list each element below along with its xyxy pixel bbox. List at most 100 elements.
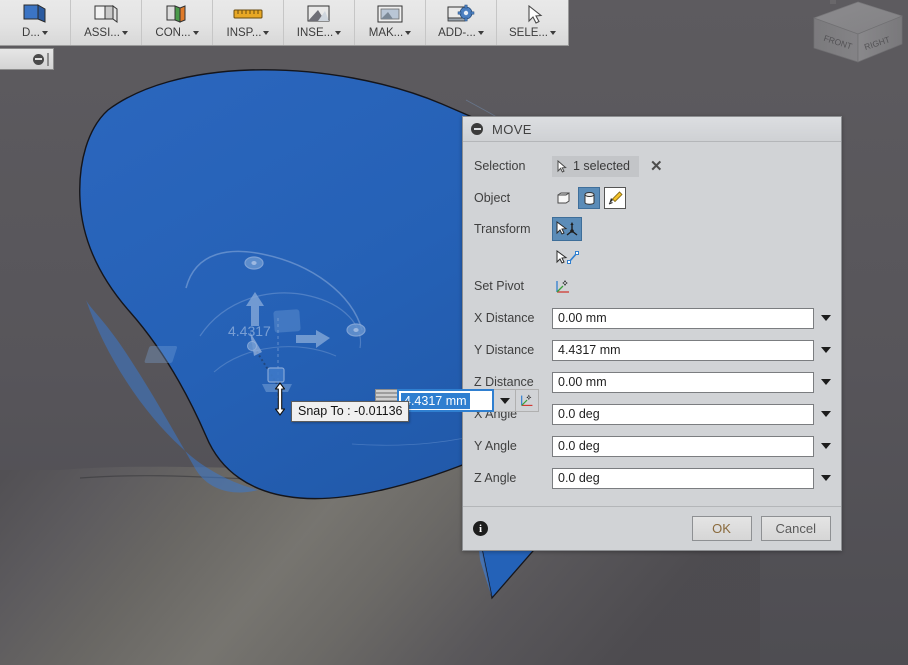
select-arrow-icon [514,2,550,26]
assemble-icon [88,2,124,26]
x-distance-input[interactable] [552,307,814,329]
floating-input-value[interactable]: 4.4317 mm [401,392,470,409]
chevron-down-icon[interactable] [821,443,831,449]
close-x-icon[interactable]: ✕ [647,159,666,174]
toolbar-label: INSP... [227,27,270,39]
add-ins-gear-icon [443,2,479,26]
toolbar-label: ASSI... [84,27,128,39]
select-cursor-icon [557,159,567,173]
chevron-down-icon[interactable] [821,315,831,321]
bodies-icon[interactable] [552,187,574,209]
z-distance-input[interactable] [552,371,814,393]
object-options [552,187,626,209]
toolbar-label-text: D... [22,27,40,39]
y-distance-input[interactable] [552,339,814,361]
collapse-icon[interactable] [471,123,483,135]
selection-label: Selection [474,159,526,173]
toolbar-label-text: MAK... [368,27,404,39]
toolbar-item-make[interactable]: MAK... [355,0,426,45]
modify-icon [17,2,53,26]
x-distance-label: X Distance [474,311,535,325]
move-dialog[interactable]: MOVE Selection 1 selected ✕ Object Trans… [462,116,842,551]
selection-chip[interactable]: 1 selected [552,155,639,177]
selection-control: 1 selected ✕ [552,155,666,177]
construct-icon [159,2,195,26]
set-pivot-axis-icon[interactable] [552,275,574,297]
cancel-button[interactable]: Cancel [760,516,831,541]
toolbar-item-inspect[interactable]: INSP... [213,0,284,45]
field-row: Y Angle [463,430,841,462]
chevron-down-icon [121,30,128,35]
set-pivot-axis-icon[interactable] [515,389,539,412]
point-to-point-icon[interactable] [552,245,582,269]
toolbar-label: SELE... [509,27,556,39]
chevron-down-icon[interactable] [821,411,831,417]
dialog-title-bar[interactable]: MOVE [463,117,841,142]
transform-row: Transform [463,214,841,244]
selection-row: Selection 1 selected ✕ [463,150,841,182]
set-pivot-label: Set Pivot [474,279,525,293]
y-distance-label: Y Distance [474,343,535,357]
components-icon[interactable] [578,187,600,209]
z-distance-label: Z Distance [474,375,534,389]
chevron-down-icon[interactable] [821,379,831,385]
drag-grip-icon[interactable] [47,52,49,66]
z-angle-label: Z Angle [474,471,517,485]
toolbar-label: INSE... [296,27,342,39]
toolbar-label: MAK... [369,27,412,39]
toolbar-label: ADD-... [438,27,484,39]
ok-button[interactable]: OK [691,516,752,541]
move-free-icon[interactable] [552,217,582,241]
chevron-down-icon [263,30,270,35]
y-angle-label: Y Angle [474,439,517,453]
field-row: X Distance [463,302,841,334]
toolbar-item-select[interactable]: SELE... [497,0,568,45]
insert-icon [301,2,337,26]
set-pivot-control [552,275,574,297]
snap-tooltip: Snap To : -0.01136 [291,401,410,422]
toolbar-item-assemble[interactable]: ASSI... [71,0,142,45]
toolbar-item-addins[interactable]: ADD-... [426,0,497,45]
info-icon[interactable]: i [473,521,488,536]
toolbar-label-text: ADD-... [438,27,476,39]
chevron-down-icon [477,30,484,35]
toolbar-label-text: SELE... [508,27,548,39]
selection-chip-text: 1 selected [573,159,630,173]
toolbar-item-modify[interactable]: D... [0,0,71,45]
manipulator-dimension-label: 4.4317 [228,323,271,339]
main-toolbar[interactable]: D... ASSI... CON... INSP... INSE... MAK.… [0,0,569,46]
chevron-down-icon [405,30,412,35]
toolbar-label: D... [22,27,48,39]
chevron-down-icon [192,30,199,35]
dialog-body: Selection 1 selected ✕ Object Transform … [463,142,841,506]
set-pivot-row: Set Pivot [463,270,841,302]
inspect-ruler-icon [230,2,266,26]
make-print-icon [372,2,408,26]
toolbar-item-construct[interactable]: CON... [142,0,213,45]
toolbar-label-text: INSP... [226,27,262,39]
chevron-down-icon[interactable] [821,347,831,353]
transform-options [552,217,582,241]
toolbar-label-text: INSE... [296,27,334,39]
toolbar-label-text: CON... [155,27,191,39]
chevron-down-icon[interactable] [821,475,831,481]
chevron-down-icon [41,30,48,35]
object-label: Object [474,191,511,205]
floating-input-dropdown[interactable] [494,389,515,412]
sketch-objects-icon[interactable] [604,187,626,209]
z-angle-input[interactable] [552,467,814,489]
toolbar-label: CON... [155,27,199,39]
field-row: Y Distance [463,334,841,366]
transform-row-2 [463,244,841,270]
field-row: Z Angle [463,462,841,494]
chevron-down-icon [335,30,342,35]
collapse-icon[interactable] [33,53,44,65]
transform-label: Transform [474,222,531,236]
x-angle-input[interactable] [552,403,814,425]
toolbar-label-text: ASSI... [84,27,120,39]
toolbar-item-insert[interactable]: INSE... [284,0,355,45]
collapsed-browser-panel[interactable] [0,48,54,70]
floating-input-box[interactable]: 4.4317 mm [397,389,494,412]
object-row: Object [463,182,841,214]
y-angle-input[interactable] [552,435,814,457]
